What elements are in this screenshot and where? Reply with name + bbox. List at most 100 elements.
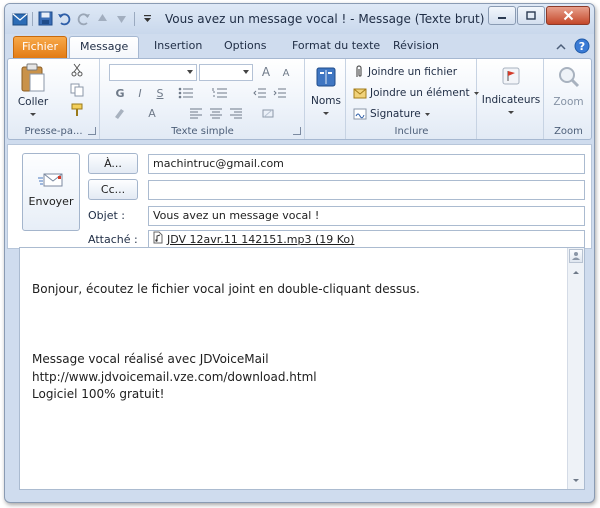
tab-bar-right: ? <box>556 38 590 57</box>
signature-button[interactable]: Signature <box>353 107 431 121</box>
zoom-label: Zoom <box>553 96 584 108</box>
tab-review[interactable]: Révision <box>383 36 449 58</box>
font-name-combo[interactable] <box>109 64 197 81</box>
body-line: Message vocal réalisé avec JDVoiceMail <box>32 352 269 366</box>
align-right-icon[interactable] <box>227 105 245 121</box>
help-icon[interactable]: ? <box>574 38 590 57</box>
signature-label: Signature <box>370 108 421 120</box>
signature-icon <box>353 107 367 121</box>
shrink-font-button[interactable]: A <box>277 65 295 81</box>
redo-icon[interactable] <box>75 10 92 27</box>
subject-label: Objet : <box>88 209 125 222</box>
font-color-icon[interactable]: A <box>143 105 161 121</box>
group-zoom: Zoom Zoom <box>545 59 592 139</box>
maximize-button[interactable] <box>517 6 545 25</box>
save-icon[interactable] <box>37 10 54 27</box>
svg-text:A: A <box>148 107 156 119</box>
include-group-label: Inclure <box>394 126 429 137</box>
chevron-down-icon <box>187 70 193 74</box>
send-button[interactable]: Envoyer <box>22 153 80 231</box>
next-item-icon[interactable] <box>113 10 130 27</box>
tab-message[interactable]: Message <box>69 36 140 58</box>
zoom-group-label: Zoom <box>554 126 583 137</box>
chevron-down-icon <box>424 112 430 116</box>
group-names: Noms <box>306 59 346 139</box>
clipboard-launcher-icon[interactable] <box>88 127 96 135</box>
attach-item-icon <box>353 86 367 100</box>
group-tags: Indicateurs <box>478 59 544 139</box>
cc-button[interactable]: Cc... <box>88 179 138 200</box>
svg-text:?: ? <box>579 40 585 53</box>
body-line: http://www.jdvoicemail.vze.com/download.… <box>32 369 317 384</box>
minimize-button[interactable] <box>488 6 516 25</box>
attach-file-label: Joindre un fichier <box>368 66 458 78</box>
bullets-icon[interactable] <box>177 85 195 101</box>
title-bar: Vous avez un message vocal ! - Message (… <box>5 4 594 34</box>
underline-button[interactable]: S <box>151 85 169 101</box>
names-button[interactable]: Noms <box>309 65 343 119</box>
tab-text-format[interactable]: Format du texte <box>282 36 390 58</box>
undo-icon[interactable] <box>56 10 73 27</box>
body-line: Logiciel 100% gratuit! <box>32 387 165 401</box>
font-size-combo[interactable] <box>199 64 253 81</box>
increase-indent-icon[interactable] <box>271 85 289 101</box>
align-left-icon[interactable] <box>187 105 205 121</box>
bold-button[interactable]: G <box>111 85 129 101</box>
align-center-icon[interactable] <box>207 105 225 121</box>
attached-label: Attaché : <box>88 233 138 246</box>
body-line: Bonjour, écoutez le fichier vocal joint … <box>32 282 420 296</box>
copy-icon[interactable] <box>70 83 84 97</box>
clipboard-group-label: Presse-pa... <box>24 126 83 137</box>
ribbon-tabs: Fichier Message Insertion Options Format… <box>5 34 594 58</box>
attach-file-button[interactable]: Joindre un fichier <box>353 65 457 79</box>
body-text: Bonjour, écoutez le fichier vocal joint … <box>32 281 420 404</box>
people-pane-toggle-icon[interactable] <box>569 249 583 263</box>
tags-label: Indicateurs <box>481 94 541 106</box>
cc-field[interactable] <box>148 180 585 200</box>
magnifier-icon <box>557 65 581 89</box>
to-button[interactable]: À... <box>88 153 138 174</box>
vertical-scrollbar[interactable] <box>567 248 584 489</box>
clear-format-icon[interactable] <box>259 105 277 121</box>
message-body[interactable]: Bonjour, écoutez le fichier vocal joint … <box>19 247 585 490</box>
body-line <box>32 316 420 334</box>
qat-separator <box>134 11 135 26</box>
scroll-up-icon[interactable] <box>569 265 583 279</box>
italic-button[interactable]: I <box>131 85 149 101</box>
paste-dropdown-icon[interactable] <box>29 112 37 117</box>
cut-icon[interactable] <box>70 63 84 77</box>
paperclip-icon <box>353 65 365 79</box>
send-envelope-icon <box>38 173 63 187</box>
minimize-ribbon-icon[interactable] <box>556 41 566 54</box>
subject-field[interactable]: Vous avez un message vocal ! <box>148 206 585 226</box>
names-label: Noms <box>311 95 341 107</box>
paste-button[interactable]: Coller <box>16 63 50 120</box>
outlook-app-icon[interactable] <box>11 10 28 27</box>
tags-button[interactable]: Indicateurs <box>480 65 542 118</box>
basic-text-launcher-icon[interactable] <box>293 127 301 135</box>
paste-label: Coller <box>17 96 49 108</box>
window-title: Vous avez un message vocal ! - Message (… <box>165 12 485 26</box>
chevron-down-icon <box>508 111 514 114</box>
quick-access-toolbar <box>11 10 156 27</box>
group-clipboard: Coller Presse-pa... <box>8 59 100 139</box>
decrease-indent-icon[interactable] <box>251 85 269 101</box>
zoom-button[interactable]: Zoom <box>547 65 590 108</box>
qat-separator <box>32 11 33 26</box>
tab-file[interactable]: Fichier <box>13 36 67 58</box>
previous-item-icon[interactable] <box>94 10 111 27</box>
numbering-icon[interactable] <box>211 85 229 101</box>
format-painter-icon[interactable] <box>70 103 84 117</box>
customize-qat-icon[interactable] <box>139 10 156 27</box>
scroll-down-icon[interactable] <box>569 473 583 487</box>
highlight-icon[interactable] <box>111 105 129 121</box>
grow-font-button[interactable]: A <box>257 64 275 80</box>
window-controls <box>488 6 590 25</box>
attach-item-button[interactable]: Joindre un élément <box>353 86 480 100</box>
basic-text-group-label: Texte simple <box>171 126 234 137</box>
attach-item-label: Joindre un élément <box>370 87 470 99</box>
close-button[interactable] <box>546 6 590 25</box>
tab-options[interactable]: Options <box>214 36 276 58</box>
tab-insertion[interactable]: Insertion <box>144 36 212 58</box>
to-field[interactable]: machintruc@gmail.com <box>148 154 585 174</box>
